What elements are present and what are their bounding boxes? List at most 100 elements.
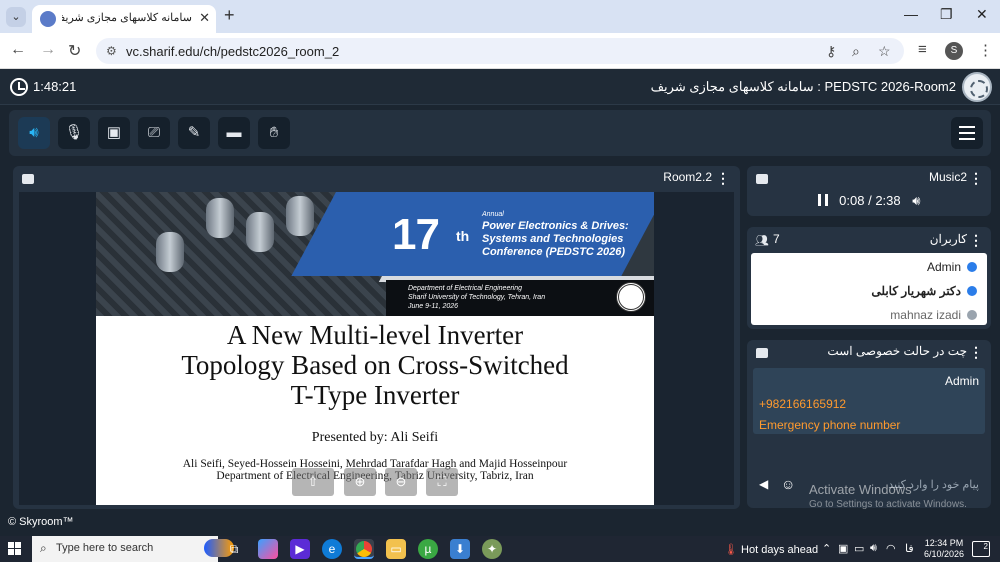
profile-avatar[interactable]: S [945,42,963,60]
language-indicator[interactable]: فا [905,542,914,555]
volume-tray-icon[interactable]: 🔊︎ [870,542,877,555]
users-title: کاربران [929,232,967,246]
media-app-icon[interactable]: ▶ [290,539,310,559]
task-view-icon[interactable]: ⧉ [224,539,244,559]
users-count: 7 [773,232,780,246]
banner-number: 17 [392,210,440,259]
music-options-icon[interactable]: ⋮ [969,170,983,187]
music-current-time: 0:08 [839,193,865,208]
slide-nav-button[interactable]: ⇧ [292,468,334,496]
browser-menu-icon[interactable]: ⋮ [978,41,993,59]
browser-tab[interactable]: سامانه کلاسهای مجازی شریف - ✕ [32,5,216,33]
user-item[interactable]: دکتر شهریار کابلی [871,284,977,298]
file-explorer-icon[interactable]: ▭ [386,539,406,559]
tray-monitor-icon[interactable]: ▭ [854,542,864,555]
chat-message-text: Emergency phone number [759,418,901,432]
media-controls-icon[interactable]: ≡ [918,41,927,58]
menu-button[interactable] [951,117,983,149]
presentation-title: Room2.2 [663,170,712,184]
windows-taskbar: ⌕ Type here to search ⧉ ▶ e ▭ µ ⬇ ✦ 🌡︎ H… [0,536,1000,562]
music-panel: Music2 ⋮ 0:08 / 2:38 🔊︎ [747,166,991,216]
zoom-out-icon: ⊖ [395,474,407,489]
copilot-icon[interactable] [258,539,278,559]
utorrent-icon[interactable]: µ [418,539,438,559]
zoom-in-icon: ⊕ [354,474,366,489]
presentation-panel: Room2.2 ⋮ 17 th Annual Power Electronics… [13,166,740,509]
banner-conference-title: Power Electronics & Drives: Systems and … [482,220,629,258]
bookmark-star-icon[interactable]: ☆ [878,43,891,60]
tab-search-button[interactable]: ⌄ [6,7,26,27]
raise-hand-button[interactable]: ✋︎ [258,117,290,149]
forward-icon[interactable]: → [40,41,56,59]
notification-icon[interactable]: 2 [972,541,990,557]
users-options-icon[interactable]: ⋮ [969,232,983,249]
music-separator: / [868,193,872,208]
activate-windows-hint: Go to Settings to activate Windows. [809,499,967,510]
room-title: سامانه کلاسهای مجازی شریف : PEDSTC 2026-… [650,79,956,94]
zoom-in-button[interactable]: ⊕ [344,468,376,496]
music-controls: 0:08 / 2:38 🔊︎ [747,193,991,209]
password-key-icon[interactable]: ⚷ [826,43,836,60]
user-item[interactable]: mahnaz izadi [890,308,977,322]
hand-icon: ✋︎ [269,124,279,141]
user-item[interactable]: Admin [927,260,977,274]
chat-sender: Admin [944,374,979,388]
banner-annual: Annual [482,211,504,218]
taskbar-search[interactable]: ⌕ Type here to search [32,536,234,562]
downloader-icon[interactable]: ⬇ [450,539,470,559]
wifi-icon[interactable]: ◠ [886,542,896,555]
site-info-icon[interactable]: ⚙ [106,44,117,58]
slide-banner: 17 th Annual Power Electronics & Drives:… [96,192,654,316]
music-duration: 2:38 [875,193,901,208]
presentation-options-icon[interactable]: ⋮ [716,170,730,187]
minimize-icon[interactable]: — [904,6,918,22]
paper-title: A New Multi-level Inverter Topology Base… [181,320,569,410]
slide: 17 th Annual Power Electronics & Drives:… [96,192,654,505]
zoom-out-button[interactable]: ⊖ [385,468,417,496]
clock-icon [10,78,28,96]
session-timer: 1:48:21 [33,79,77,94]
screen-share-button[interactable]: ⎚ [138,117,170,149]
edge-icon[interactable]: e [322,539,342,559]
app-icon[interactable]: ✦ [482,539,502,559]
omnibox[interactable]: ⚙ vc.sharif.edu/ch/pedstc2026_room_2 ⚷ ⌕… [96,38,904,64]
search-icon: ⌕ [40,541,47,555]
windows-start-icon[interactable] [8,542,22,556]
reload-icon[interactable]: ↻ [68,41,81,61]
app-header: 1:48:21 سامانه کلاسهای مجازی شریف : PEDS… [0,69,1000,105]
browser-tabbar: ⌄ سامانه کلاسهای مجازی شریف - ✕ + — ❐ ✕ [0,0,1000,33]
restore-icon[interactable]: ❐ [940,6,953,23]
new-tab-button[interactable]: + [224,5,235,26]
close-window-icon[interactable]: ✕ [976,6,988,23]
chat-title: چت در حالت خصوصی است [827,344,967,358]
tray-chevron-icon[interactable]: ⌃ [822,542,831,555]
search-placeholder: Type here to search [56,542,154,554]
close-tab-icon[interactable]: ✕ [199,10,210,26]
chat-icon [756,348,768,358]
fullscreen-button[interactable]: ⛶ [426,468,458,496]
zoom-icon[interactable]: ⌕ [852,43,860,60]
url-text[interactable]: vc.sharif.edu/ch/pedstc2026_room_2 [126,44,339,59]
tray-device-icon[interactable]: ▣ [838,542,848,555]
send-icon[interactable]: ◀ [759,477,768,491]
chat-options-icon[interactable]: ⋮ [969,344,983,361]
music-title: Music2 [928,170,967,184]
user-icon [967,286,977,296]
pause-icon[interactable] [817,194,828,206]
users-panel: 👥︎ 7 کاربران ⋮ Admin دکتر شهریار کابلی m… [747,227,991,329]
back-icon[interactable]: ← [10,41,26,59]
emoji-icon[interactable]: ☺ [781,476,795,492]
speaker-button[interactable]: 🔊︎ [18,117,50,149]
university-logo [616,282,646,312]
chrome-icon[interactable] [354,539,374,559]
camera-button[interactable]: ▣ [98,117,130,149]
weather-widget[interactable]: 🌡︎ Hot days ahead [724,543,818,556]
files-button[interactable]: ▬ [218,117,250,149]
taskbar-clock[interactable]: 12:34 PM 6/10/2026 [918,538,970,560]
presenter: Presented by: Ali Seifi [311,430,439,445]
tab-title: سامانه کلاسهای مجازی شریف - [62,12,192,24]
music-volume-icon[interactable]: 🔊︎ [912,193,920,208]
room-toolbar: 🔊︎ 🎙︎ ▣ ⎚ ✎ ▬ ✋︎ [9,110,991,156]
whiteboard-button[interactable]: ✎ [178,117,210,149]
microphone-button[interactable]: 🎙︎ [58,117,90,149]
